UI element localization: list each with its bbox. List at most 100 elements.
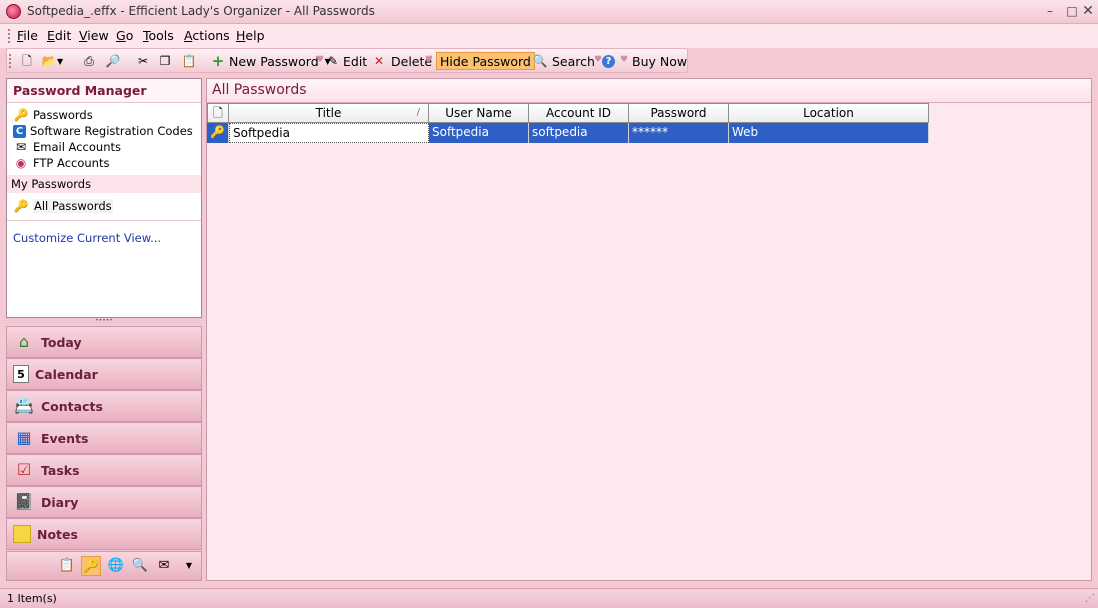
heart-separator-icon: ♥	[316, 55, 325, 65]
menu-help[interactable]: Help	[236, 28, 265, 43]
print-preview-button[interactable]: 🔎	[105, 52, 121, 70]
edit-label: Edit	[343, 53, 368, 69]
sidebar-item-email-accounts[interactable]: ✉ Email Accounts	[13, 139, 121, 155]
col-label: Location	[803, 106, 854, 120]
key-icon[interactable]: 🔑	[81, 556, 101, 576]
menu-actions[interactable]: Actions	[184, 28, 230, 43]
nav-label: Tasks	[41, 462, 80, 478]
menu-view[interactable]: View	[79, 28, 109, 43]
nav-notes-button[interactable]: Notes	[6, 518, 202, 550]
col-password-header[interactable]: Password	[629, 103, 729, 123]
checklist-icon: ☑	[16, 460, 32, 479]
nav-label: Calendar	[35, 366, 98, 382]
pencil-icon: ✎	[327, 54, 339, 68]
paste-icon: 📋	[181, 54, 197, 68]
status-bar: 1 Item(s) ⋰	[0, 588, 1098, 608]
sidebar-item-software-codes[interactable]: C Software Registration Codes	[13, 123, 193, 139]
print-preview-icon: 🔎	[105, 54, 121, 68]
sidebar-item-ftp-accounts[interactable]: ◉ FTP Accounts	[13, 155, 110, 171]
window-title: Softpedia_.effx - Efficient Lady's Organ…	[27, 4, 375, 18]
new-document-icon: 🗋	[22, 54, 32, 68]
sidebar-item-label: Software Registration Codes	[30, 124, 193, 138]
toolbar: 🗋 📂 ▼ ⎙ 🔎 ✂ ❐ 📋 + New Password ▼ ✎ Edit ✕…	[6, 48, 688, 73]
cut-button[interactable]: ✂	[135, 52, 151, 70]
col-title-header[interactable]: Title /	[229, 103, 429, 123]
house-icon: ⌂	[18, 332, 30, 351]
open-button[interactable]: 📂 ▼	[41, 52, 64, 70]
help-button[interactable]: ?	[602, 52, 615, 70]
key-icon: 🔑	[13, 199, 29, 213]
hide-password-label: Hide Password	[440, 53, 531, 69]
paste-button[interactable]: 📋	[181, 52, 197, 70]
close-button[interactable]: ✕	[1077, 3, 1098, 20]
new-document-button[interactable]: 🗋	[19, 52, 35, 70]
panel-splitter[interactable]: •••••	[6, 318, 202, 324]
sidebar-item-all-passwords[interactable]: 🔑 All Passwords	[13, 198, 113, 214]
password-manager-panel: Password Manager 🔑 Passwords C Software …	[6, 78, 202, 318]
table-row[interactable]: 🔑 Softpedia Softpedia softpedia ****** W…	[207, 123, 929, 143]
resize-grip-icon[interactable]: ⋰	[1085, 593, 1095, 604]
nav-contacts-button[interactable]: 📇 Contacts	[6, 390, 202, 422]
panel-header: Password Manager	[7, 79, 201, 103]
hide-password-button[interactable]: Hide Password	[436, 52, 535, 70]
copy-button[interactable]: ❐	[157, 52, 173, 70]
menu-go[interactable]: Go	[116, 28, 133, 43]
nav-calendar-button[interactable]: 5 Calendar	[6, 358, 202, 390]
key-icon: 🔑	[13, 108, 29, 122]
globe-icon[interactable]: 🌐	[106, 556, 126, 576]
col-username-header[interactable]: User Name	[429, 103, 529, 123]
menu-bar: File Edit View Go Tools Actions Help	[0, 24, 1098, 48]
cell-title[interactable]: Softpedia	[229, 123, 429, 143]
diary-icon: 📓	[14, 492, 34, 511]
plus-icon: +	[211, 52, 225, 70]
chevron-down-icon[interactable]: ▼	[179, 556, 199, 576]
search-button[interactable]: 🔍 Search	[532, 52, 595, 70]
menu-grip[interactable]	[8, 29, 11, 43]
col-label: Password	[650, 106, 707, 120]
nav-tasks-button[interactable]: ☑ Tasks	[6, 454, 202, 486]
col-accountid-header[interactable]: Account ID	[529, 103, 629, 123]
cell-location[interactable]: Web	[729, 123, 929, 143]
minimize-button[interactable]: –	[1039, 3, 1061, 20]
col-icon-header[interactable]: 🗋	[207, 103, 229, 123]
sort-indicator-icon: /	[416, 107, 420, 118]
clipboard-icon[interactable]: 📋	[57, 556, 77, 576]
buy-now-label: Buy Now	[632, 53, 688, 69]
sidebar-item-label: All Passwords	[33, 199, 113, 213]
nav-events-button[interactable]: ▦ Events	[6, 422, 202, 454]
col-location-header[interactable]: Location	[729, 103, 929, 123]
edit-button[interactable]: ✎ Edit	[325, 52, 367, 70]
customize-view-link[interactable]: Customize Current View...	[13, 231, 161, 245]
title-bar: Softpedia_.effx - Efficient Lady's Organ…	[0, 0, 1098, 24]
document-icon: 🗋	[213, 106, 223, 120]
heart-separator-icon: ♥	[620, 55, 629, 65]
sidebar-item-label: Email Accounts	[33, 140, 121, 154]
menu-edit[interactable]: Edit	[47, 28, 71, 43]
menu-tools[interactable]: Tools	[143, 28, 174, 43]
nav-label: Today	[41, 334, 82, 350]
delete-button[interactable]: ✕ Delete	[371, 52, 432, 70]
cell-account-id[interactable]: softpedia	[529, 123, 629, 143]
menu-file[interactable]: File	[17, 28, 38, 43]
print-button[interactable]: ⎙	[81, 52, 97, 70]
mail-icon[interactable]: ✉	[154, 556, 174, 576]
cell-user-name[interactable]: Softpedia	[429, 123, 529, 143]
search-icon[interactable]: 🔍	[130, 556, 150, 576]
col-label: Account ID	[545, 106, 612, 120]
sticky-note-icon	[13, 525, 31, 543]
new-password-button[interactable]: + New Password ▼	[210, 52, 331, 70]
toolbar-grip[interactable]	[9, 54, 12, 68]
nav-today-button[interactable]: ⌂ Today	[6, 326, 202, 358]
app-icon[interactable]	[6, 4, 21, 19]
help-icon: ?	[602, 54, 615, 68]
buy-now-button[interactable]: Buy Now	[632, 52, 687, 70]
cell-password[interactable]: ******	[629, 123, 729, 143]
nav-label: Events	[41, 430, 89, 446]
sidebar-item-passwords[interactable]: 🔑 Passwords	[13, 107, 93, 123]
c-badge-icon: C	[13, 124, 26, 138]
open-folder-icon: 📂	[41, 54, 57, 68]
heart-separator-icon: ♥	[594, 55, 603, 65]
nav-diary-button[interactable]: 📓 Diary	[6, 486, 202, 518]
print-icon: ⎙	[84, 54, 94, 68]
ftp-icon: ◉	[15, 156, 27, 170]
